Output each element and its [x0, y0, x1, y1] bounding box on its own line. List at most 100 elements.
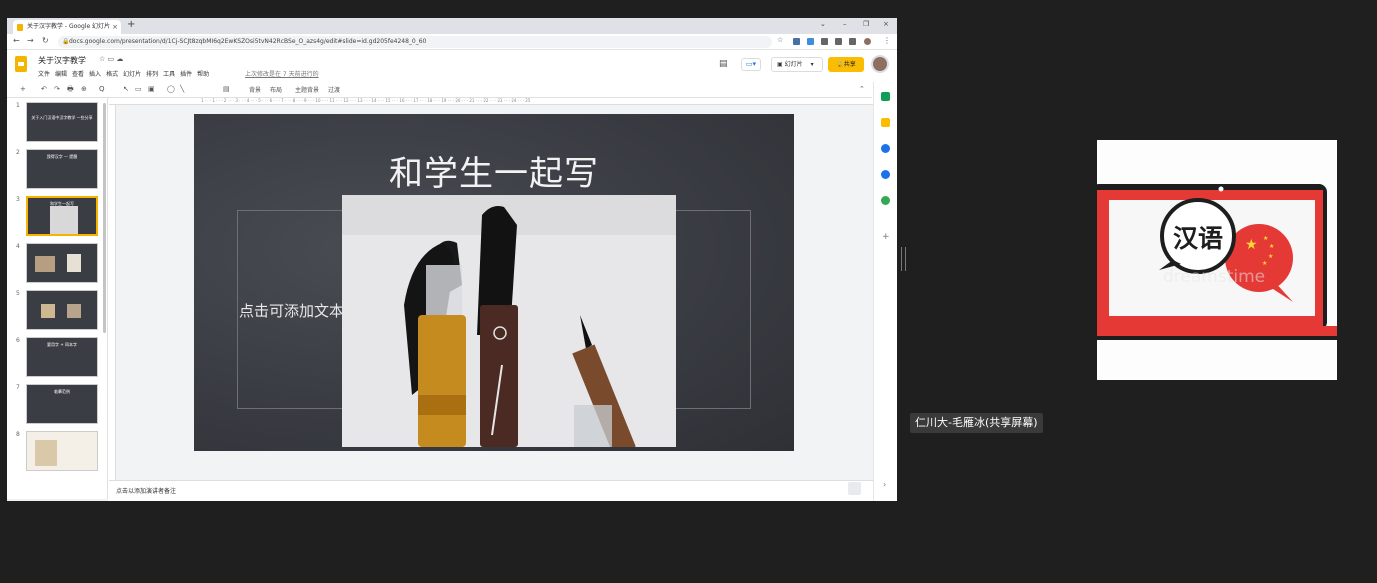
- document-title[interactable]: 关于汉字教学: [38, 55, 86, 66]
- slideshow-label: 幻灯片: [784, 61, 803, 68]
- chevron-down-icon[interactable]: ▾: [811, 61, 814, 68]
- menu-slide[interactable]: 幻灯片: [123, 71, 141, 78]
- theme-button[interactable]: 主题背景: [295, 85, 319, 94]
- transition-button[interactable]: 过渡: [328, 85, 340, 94]
- move-folder-icon[interactable]: ▭: [108, 55, 115, 63]
- slide-number: 3: [16, 196, 20, 203]
- print-icon[interactable]: 🖶: [67, 85, 74, 96]
- filmstrip-scrollbar[interactable]: [103, 103, 106, 333]
- comments-icon[interactable]: ▤: [719, 59, 728, 69]
- tasks-icon[interactable]: [881, 144, 890, 153]
- slide-title[interactable]: 和学生一起写: [194, 146, 794, 195]
- select-cursor-icon[interactable]: ↖: [123, 85, 129, 93]
- collapse-toolbar-icon[interactable]: ⌃: [859, 85, 865, 93]
- minimize-icon[interactable]: –: [843, 20, 847, 28]
- current-slide[interactable]: 和学生一起写 点击可添加文本: [194, 114, 794, 451]
- menu-insert[interactable]: 插入: [89, 71, 101, 78]
- expand-panel-icon[interactable]: ›: [883, 480, 886, 489]
- bookmark-star-icon[interactable]: ☆: [777, 36, 783, 44]
- close-tab-icon[interactable]: ×: [112, 20, 118, 34]
- slide-thumbnail[interactable]: [26, 290, 98, 330]
- editing-toolbar: + ↶ ↷ 🖶 ⊕ Q ↖ ▭ ▣ ◯ ╲ ▤ 背景 布局 主题背景 过渡 ⌃: [7, 82, 872, 98]
- bubble-text: 汉语: [1173, 224, 1223, 253]
- slide-thumbnail[interactable]: 我得汉字 — 提醒: [26, 149, 98, 189]
- browser-tab[interactable]: 关于汉字教学 - Google 幻灯片 ×: [13, 20, 121, 34]
- menu-help[interactable]: 帮助: [197, 71, 209, 78]
- menu-file[interactable]: 文件: [38, 71, 50, 78]
- menu-format[interactable]: 格式: [106, 71, 118, 78]
- slideshow-icon: ▣: [777, 61, 785, 68]
- forward-icon[interactable]: →: [27, 36, 34, 45]
- maximize-icon[interactable]: ❐: [863, 20, 869, 28]
- url-field[interactable]: 🔒 docs.google.com/presentation/d/1Cj-SCJ…: [58, 36, 772, 48]
- extension-icon[interactable]: [793, 38, 800, 45]
- undo-icon[interactable]: ↶: [41, 85, 47, 93]
- thumb-photo: [67, 254, 81, 272]
- last-edit-link[interactable]: 上次修改是在 7 天前进行的: [245, 69, 319, 78]
- notes-placeholder[interactable]: 点击以添加演讲者备注: [116, 488, 176, 495]
- account-avatar[interactable]: [871, 55, 889, 73]
- slides-favicon-icon: [17, 24, 23, 31]
- tab-search-icon[interactable]: ⌄: [820, 20, 826, 28]
- star-icon: ★: [1245, 237, 1258, 253]
- slides-logo-icon[interactable]: [15, 56, 27, 72]
- zoom-icon[interactable]: Q: [99, 85, 105, 93]
- pens-photo[interactable]: [342, 195, 676, 447]
- menu-addons[interactable]: 插件: [180, 71, 192, 78]
- redo-icon[interactable]: ↷: [54, 85, 60, 93]
- layout-button[interactable]: 布局: [270, 85, 282, 94]
- extension-icon[interactable]: [821, 38, 828, 45]
- shape-icon[interactable]: ◯: [167, 85, 175, 93]
- panel-resize-handle[interactable]: [901, 247, 906, 271]
- contacts-icon[interactable]: [881, 170, 890, 179]
- layout-grid-icon[interactable]: ▤: [223, 85, 230, 93]
- profile-icon[interactable]: [864, 38, 871, 45]
- more-menu-icon[interactable]: ⋮: [883, 36, 891, 45]
- background-button[interactable]: 背景: [249, 85, 261, 94]
- share-button[interactable]: 🔒共享: [828, 57, 864, 72]
- star-icon[interactable]: ☆: [99, 55, 105, 63]
- extensions-puzzle-icon[interactable]: [835, 38, 842, 45]
- slide-thumbnail[interactable]: 关于入门汉语中汉字教学 一些分享: [26, 102, 98, 142]
- slide-thumbnail[interactable]: [26, 431, 98, 471]
- tab-title: 关于汉字教学 - Google 幻灯片: [27, 23, 111, 30]
- close-window-icon[interactable]: ×: [883, 20, 889, 28]
- add-addon-icon[interactable]: +: [882, 232, 890, 242]
- maps-icon[interactable]: [881, 196, 890, 205]
- line-icon[interactable]: ╲: [180, 85, 184, 93]
- star-icon: ★: [1269, 243, 1274, 250]
- textbox-icon[interactable]: ▭: [135, 85, 142, 93]
- cloud-status-icon: ☁: [116, 55, 124, 63]
- thumb-title: 我得汉字 — 提醒: [46, 154, 78, 159]
- keep-icon[interactable]: [881, 118, 890, 127]
- new-slide-icon[interactable]: +: [20, 85, 26, 93]
- thumb-photo: [41, 304, 55, 318]
- speaker-notes[interactable]: 点击以添加演讲者备注: [109, 480, 873, 501]
- chinese-laptop-illustration: 汉语 ★ ★ ★ ★ ★ dreamstime: [1097, 140, 1337, 380]
- calendar-icon[interactable]: [881, 92, 890, 101]
- thumb-title: 关于入门汉语中汉字教学 一些分享: [31, 115, 93, 120]
- paint-format-icon[interactable]: ⊕: [81, 85, 87, 93]
- thumb-photo: [67, 304, 81, 318]
- slide-thumbnail[interactable]: 临摹范例: [26, 384, 98, 424]
- slide-thumbnail[interactable]: [26, 243, 98, 283]
- reload-icon[interactable]: ↻: [42, 36, 49, 45]
- text-placeholder[interactable]: 点击可添加文本: [239, 300, 344, 321]
- side-panel: + ›: [873, 82, 897, 501]
- menu-edit[interactable]: 编辑: [55, 71, 67, 78]
- notes-add-icon[interactable]: [848, 482, 861, 495]
- menu-view[interactable]: 查看: [72, 71, 84, 78]
- menu-tools[interactable]: 工具: [163, 71, 175, 78]
- image-icon[interactable]: ▣: [148, 85, 155, 93]
- horizontal-ruler: 1 · · · 1 · · · 2 · · · 3 · · · 4 · · · …: [109, 98, 873, 105]
- sidepanel-icon[interactable]: [849, 38, 856, 45]
- slide-thumbnail-selected[interactable]: 和学生一起写: [26, 196, 98, 236]
- slideshow-button[interactable]: ▣ 幻灯片 ▾: [771, 57, 823, 72]
- present-dropdown-icon[interactable]: ▭▾: [741, 58, 761, 71]
- back-icon[interactable]: ←: [13, 36, 20, 45]
- slide-thumbnail[interactable]: 要用字 + 同本字: [26, 337, 98, 377]
- slide-number: 8: [16, 431, 20, 438]
- new-tab-button[interactable]: +: [127, 19, 135, 30]
- menu-arrange[interactable]: 排列: [146, 71, 158, 78]
- extension-icon[interactable]: [807, 38, 814, 45]
